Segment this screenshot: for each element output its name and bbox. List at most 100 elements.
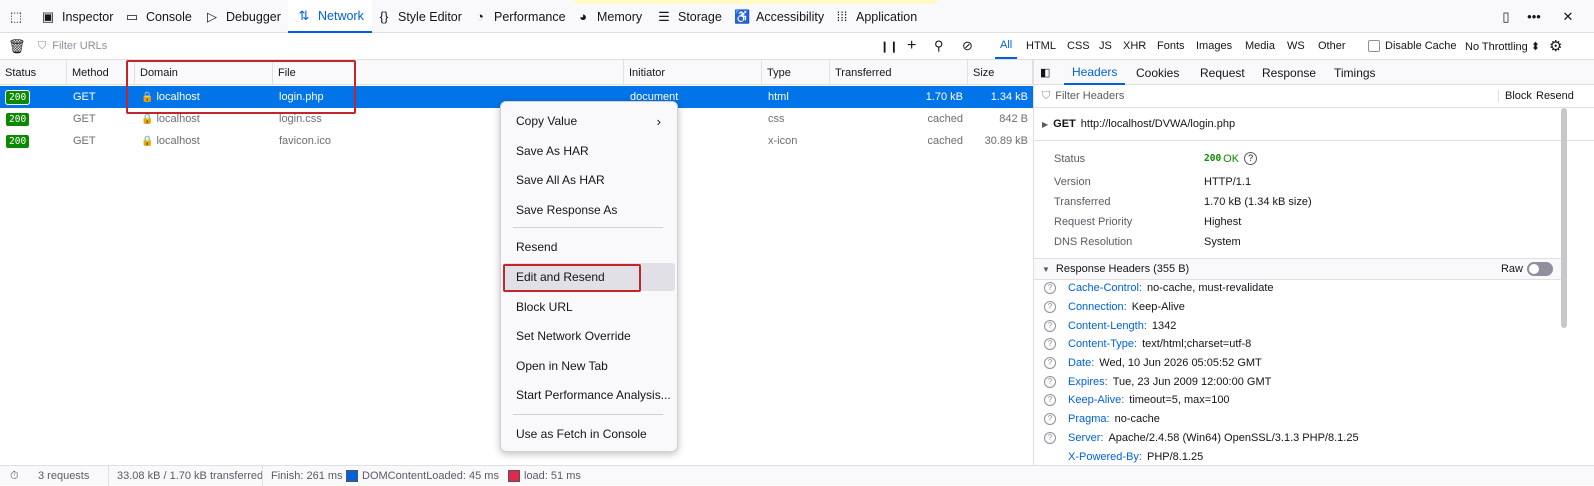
- filter-urls-input[interactable]: ⛉ Filter URLs: [38, 33, 838, 59]
- filter-type-media[interactable]: Media: [1240, 33, 1280, 59]
- column-transferred[interactable]: Transferred: [830, 60, 968, 85]
- load-marker-icon: [508, 470, 520, 482]
- tab-network[interactable]: ⇅ Network: [288, 0, 372, 33]
- filter-headers-input[interactable]: Filter Headers: [1055, 90, 1124, 102]
- network-icon: ⇅: [298, 7, 310, 23]
- filter-type-ws[interactable]: WS: [1282, 33, 1310, 59]
- column-domain[interactable]: Domain: [135, 60, 273, 85]
- menu-item-set-network-override[interactable]: Set Network Override: [503, 322, 675, 350]
- tab-request[interactable]: Request: [1200, 60, 1245, 85]
- help-icon[interactable]: ?: [1044, 413, 1056, 425]
- tab-performance[interactable]: ◔ Performance: [472, 0, 566, 33]
- column-type[interactable]: Type: [762, 60, 830, 85]
- menu-item-use-as-fetch[interactable]: Use as Fetch in Console: [503, 420, 675, 448]
- help-icon[interactable]: ?: [1044, 432, 1056, 444]
- throttling-label: No Throttling ⬍: [1465, 40, 1541, 53]
- summary-key: Request Priority: [1054, 216, 1133, 228]
- column-size[interactable]: Size: [968, 60, 1033, 85]
- throttling-select[interactable]: No Throttling ⬍: [1465, 33, 1540, 59]
- dock-options-button[interactable]: ▯: [1498, 0, 1514, 33]
- status-badge: 200: [5, 89, 31, 105]
- scrollbar[interactable]: [1561, 108, 1567, 465]
- file-cell: login.php: [279, 91, 324, 103]
- summary-key: Version: [1054, 176, 1091, 188]
- filter-type-other[interactable]: Other: [1313, 33, 1351, 59]
- summary-key: Transferred: [1054, 196, 1111, 208]
- add-button[interactable]: +: [907, 33, 916, 59]
- tab-memory[interactable]: ◕ Memory: [575, 0, 642, 33]
- menu-item-block-url[interactable]: Block URL: [503, 293, 675, 321]
- header-name: Cache-Control:: [1068, 282, 1142, 294]
- filter-type-xhr[interactable]: XHR: [1118, 33, 1151, 59]
- tab-headers[interactable]: Headers: [1064, 60, 1126, 85]
- devtools-toolbar: ⬚ ▣ Inspector ▭ Console ▷ Debugger ⇅ Net…: [0, 0, 1594, 33]
- response-headers-section-header[interactable]: ▼ Response Headers (355 B) Raw: [1034, 258, 1561, 280]
- pause-button[interactable]: ❙❙: [880, 33, 898, 59]
- panel-toggle-icon: ◧: [1040, 67, 1051, 79]
- search-button[interactable]: ⚲: [934, 33, 944, 59]
- help-icon[interactable]: ?: [1044, 282, 1056, 294]
- tab-response[interactable]: Response: [1262, 60, 1316, 85]
- tab-application[interactable]: ⁞⁞⁞ Application: [834, 0, 918, 33]
- filter-type-html[interactable]: HTML: [1021, 33, 1061, 59]
- menu-item-save-all-as-har[interactable]: Save All As HAR: [503, 166, 675, 194]
- finish-time: Finish: 261 ms: [262, 466, 343, 486]
- help-icon[interactable]: ?: [1044, 357, 1056, 369]
- type-label: Images: [1196, 40, 1233, 52]
- summary-value: HTTP/1.1: [1204, 176, 1252, 188]
- type-label: Media: [1245, 40, 1275, 52]
- disable-cache-checkbox[interactable]: Disable Cache: [1368, 33, 1457, 59]
- inspector-icon: ▣: [41, 8, 55, 24]
- toggle-sidebar-button[interactable]: ◧: [1040, 60, 1050, 85]
- tab-inspector[interactable]: ▣ Inspector: [40, 0, 114, 33]
- help-icon[interactable]: ?: [1244, 152, 1258, 165]
- tab-accessibility[interactable]: ♿ Accessibility: [734, 0, 824, 33]
- tab-style-editor[interactable]: {} Style Editor: [376, 0, 462, 33]
- context-menu: Copy Value › Save As HAR Save All As HAR…: [500, 101, 678, 452]
- menu-item-label: Copy Value: [516, 114, 578, 128]
- help-icon[interactable]: ?: [1044, 394, 1056, 406]
- column-method[interactable]: Method: [67, 60, 135, 85]
- tab-debugger[interactable]: ▷ Debugger: [204, 0, 281, 33]
- menu-item-copy-value[interactable]: Copy Value ›: [503, 107, 675, 135]
- help-icon[interactable]: ?: [1044, 301, 1056, 313]
- menu-item-save-response-as[interactable]: Save Response As: [503, 196, 675, 224]
- raw-toggle[interactable]: Raw: [1501, 262, 1553, 276]
- menu-item-resend[interactable]: Resend: [503, 233, 675, 261]
- tab-console[interactable]: ▭ Console: [124, 0, 192, 33]
- filter-type-fonts[interactable]: Fonts: [1152, 33, 1190, 59]
- close-devtools-button[interactable]: ✕: [1560, 0, 1576, 33]
- tab-cookies[interactable]: Cookies: [1136, 60, 1179, 85]
- stopwatch-icon: ⏱: [10, 469, 19, 482]
- clear-button[interactable]: 🗑: [8, 33, 26, 59]
- menu-item-start-performance-analysis[interactable]: Start Performance Analysis...: [503, 381, 675, 409]
- filter-type-all[interactable]: All: [995, 33, 1018, 59]
- scrollbar-thumb[interactable]: [1561, 108, 1567, 328]
- menu-item-save-as-har[interactable]: Save As HAR: [503, 137, 675, 165]
- column-file[interactable]: File: [273, 60, 624, 85]
- tab-timings[interactable]: Timings: [1334, 60, 1376, 85]
- gear-icon: ⚙: [1549, 38, 1563, 55]
- filter-type-js[interactable]: JS: [1094, 33, 1117, 59]
- column-initiator[interactable]: Initiator: [624, 60, 762, 85]
- block-button[interactable]: ⊘: [962, 33, 973, 59]
- status-bar: ⏱ 3 requests 33.08 kB / 1.70 kB transfer…: [0, 465, 1594, 486]
- tab-storage[interactable]: ☰ Storage: [656, 0, 722, 33]
- filter-type-css[interactable]: CSS: [1062, 33, 1095, 59]
- filter-type-images[interactable]: Images: [1191, 33, 1237, 59]
- settings-button[interactable]: ⚙: [1549, 33, 1562, 59]
- menu-item-edit-and-resend[interactable]: Edit and Resend: [503, 263, 675, 291]
- request-line[interactable]: ▶ GET http://localhost/DVWA/login.php: [1042, 118, 1235, 130]
- menu-item-label: Edit and Resend: [516, 270, 605, 284]
- menu-item-open-in-new-tab[interactable]: Open in New Tab: [503, 352, 675, 380]
- help-icon[interactable]: ?: [1044, 320, 1056, 332]
- element-picker-button[interactable]: ⬚: [8, 0, 24, 33]
- resend-button[interactable]: Resend: [1534, 90, 1574, 102]
- more-options-button[interactable]: •••: [1526, 0, 1542, 33]
- help-icon[interactable]: ?: [1044, 376, 1056, 388]
- method-cell: GET: [73, 135, 96, 147]
- block-button[interactable]: Block: [1498, 90, 1532, 102]
- help-icon[interactable]: ?: [1044, 338, 1056, 350]
- status-code-badge: 200: [1204, 153, 1222, 164]
- column-status[interactable]: Status: [0, 60, 67, 85]
